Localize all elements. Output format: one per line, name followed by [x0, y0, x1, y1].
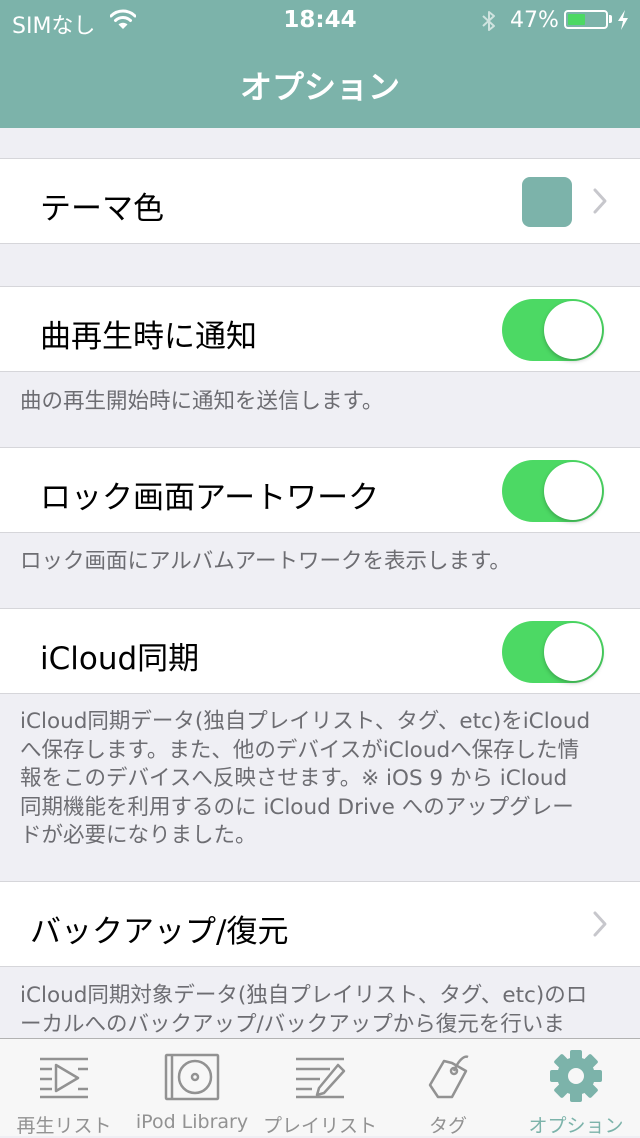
icloud-sync-label: iCloud同期 [40, 641, 200, 677]
backup-restore-row[interactable]: バックアップ/復元 [0, 881, 640, 967]
tab-tag[interactable]: タグ [384, 1039, 512, 1137]
battery-percentage: 47% [510, 8, 559, 33]
description-line: へ保存します。また、他のデバイスがiCloudへ保存した情 [20, 737, 580, 763]
battery-icon [564, 10, 608, 29]
chevron-right-icon [593, 188, 607, 214]
description-line: 同期機能を利用するのに iCloud Drive へのアップグレー [20, 794, 574, 820]
description-line: ーカルへのバックアップ/バックアップから復元を行いま [20, 1011, 565, 1037]
lock-screen-artwork-description: ロック画面にアルバムアートワークを表示します。 [20, 549, 511, 574]
toggle-knob [544, 301, 602, 359]
toggle-knob [544, 462, 602, 520]
lock-screen-artwork-toggle[interactable] [502, 460, 604, 522]
toggle-knob [544, 623, 602, 681]
theme-color-label: テーマ色 [40, 191, 164, 227]
tab-playlist[interactable]: プレイリスト [256, 1039, 384, 1137]
chevron-right-icon [593, 911, 607, 937]
now-playing-list-icon [40, 1057, 88, 1099]
tab-label: タグ [428, 1115, 467, 1137]
tab-label: iPod Library [135, 1111, 249, 1133]
tab-options[interactable]: オプション [512, 1039, 640, 1137]
tab-label: 再生リスト [16, 1115, 112, 1137]
navigation-header: SIMなし 18:44 47% オプション [0, 0, 640, 128]
bluetooth-icon [482, 11, 495, 31]
theme-color-swatch [522, 177, 572, 227]
description-line: iCloud同期データ(独自プレイリスト、タグ、etc)をiCloud [20, 709, 591, 734]
lock-screen-artwork-row: ロック画面アートワーク [0, 447, 640, 533]
now-playing-notification-row: 曲再生時に通知 [0, 286, 640, 372]
charging-bolt-icon [618, 10, 628, 30]
description-line: iCloud同期対象データ(独自プレイリスト、タグ、etc)のロ [20, 983, 588, 1008]
description-line: 報をこのデバイスへ反映させます。※ iOS 9 から iCloud [20, 766, 568, 791]
ipod-library-icon [164, 1053, 220, 1101]
icloud-sync-row: iCloud同期 [0, 608, 640, 694]
lock-screen-artwork-label: ロック画面アートワーク [40, 480, 380, 516]
battery-level [568, 14, 585, 25]
icloud-sync-toggle[interactable] [502, 621, 604, 683]
tab-ipod-library[interactable]: iPod Library [128, 1039, 256, 1137]
status-bar: SIMなし 18:44 47% [0, 0, 640, 40]
gear-icon [550, 1050, 602, 1102]
backup-restore-description: iCloud同期対象データ(独自プレイリスト、タグ、etc)のロ ーカルへのバッ… [20, 982, 624, 1039]
description-line: ドが必要になりました。 [20, 823, 257, 848]
tab-label: オプション [528, 1115, 624, 1137]
page-title: オプション [239, 68, 400, 106]
playlist-icon [296, 1057, 346, 1099]
tab-now-playing-list[interactable]: 再生リスト [0, 1039, 128, 1137]
battery-tip [609, 15, 612, 23]
tab-label: プレイリスト [262, 1115, 377, 1137]
backup-restore-label: バックアップ/復元 [30, 914, 289, 950]
tag-icon [428, 1055, 469, 1099]
icloud-sync-description: iCloud同期データ(独自プレイリスト、タグ、etc)をiCloud へ保存し… [20, 708, 624, 851]
theme-color-row[interactable]: テーマ色 [0, 158, 640, 244]
now-playing-notification-description: 曲の再生開始時に通知を送信します。 [20, 389, 384, 414]
tab-bar: 再生リスト iPod Library プレイリスト タグ オプション [0, 1038, 640, 1137]
now-playing-notification-label: 曲再生時に通知 [40, 319, 257, 355]
now-playing-notification-toggle[interactable] [502, 299, 604, 361]
